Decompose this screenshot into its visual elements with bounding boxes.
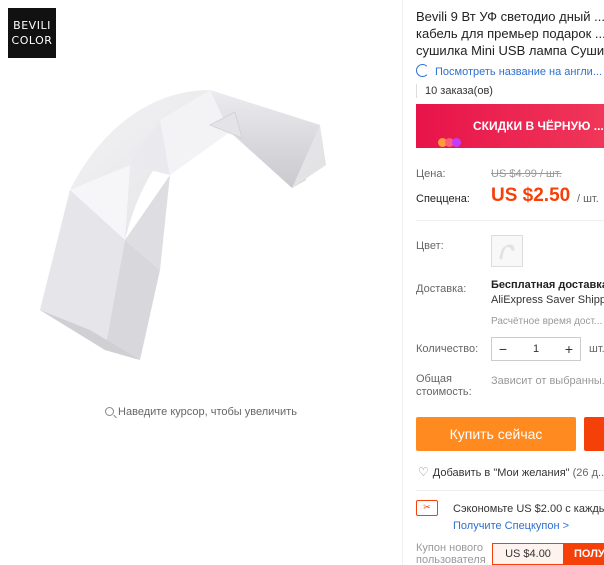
product-info: Bevili 9 Вт УФ светодио дный ... кабель … — [416, 0, 604, 565]
old-price-label: Цена: — [416, 168, 446, 180]
quantity-input[interactable] — [515, 338, 557, 360]
coupon-icon: ✂ — [416, 500, 438, 516]
product-title-line3: сушилка Mini USB лампа Суши... — [416, 43, 604, 58]
shipping-label: Доставка: — [416, 283, 467, 295]
sale-banner-dots — [438, 121, 461, 165]
get-coupon-button[interactable]: ПОЛУ... — [564, 543, 604, 565]
total-label-line2: стоимость: — [416, 386, 472, 398]
color-option-thumbnail — [499, 244, 515, 260]
quantity-decrease-button[interactable]: − — [492, 338, 514, 360]
shipping-estimate: Расчётное время дост... — [491, 316, 603, 327]
quantity-unit: шт. — [589, 343, 604, 355]
new-user-coupon-value: US $4.00 — [492, 543, 564, 565]
zoom-hint-text: Наведите курсор, чтобы увеличить — [118, 406, 297, 418]
total-label: Общая стоимость: — [416, 373, 472, 399]
color-label: Цвет: — [416, 240, 444, 252]
old-price-value: US $4.99 / шт. — [491, 168, 562, 180]
sale-banner-text: СКИДКИ В ЧЁРНУЮ ... — [473, 119, 604, 133]
total-value: Зависит от выбранны... — [491, 375, 604, 387]
get-special-coupon-link[interactable]: Получите Спецкупон > — [453, 520, 569, 532]
product-title-line2: кабель для премьер подарок ... — [416, 26, 604, 41]
shipping-carrier: AliExpress Saver Shipp... — [491, 294, 604, 306]
magnifier-icon — [105, 407, 115, 416]
quantity-increase-button[interactable]: + — [558, 338, 580, 360]
quantity-label: Количество: — [416, 343, 479, 355]
column-divider — [402, 0, 403, 565]
orders-count: 10 заказа(ов) — [416, 84, 604, 98]
brand-logo: BEVILI COLOR — [8, 8, 56, 58]
add-to-wishlist[interactable]: ♡ Добавить в "Мои желания" (26 д... — [418, 465, 604, 479]
shipping-method[interactable]: Бесплатная доставка... — [491, 279, 604, 291]
brand-logo-line2: COLOR — [11, 34, 53, 47]
color-option-white[interactable] — [491, 235, 523, 267]
translate-link[interactable]: Посмотреть название на англи... — [416, 64, 604, 79]
banner-dot — [452, 138, 461, 147]
heart-icon: ♡ — [418, 465, 429, 479]
wishlist-divider — [416, 490, 604, 491]
special-price-label: Спеццена: — [416, 193, 470, 205]
product-gallery[interactable]: BEVILI COLOR — [0, 0, 402, 402]
price-per-unit: / шт. — [577, 193, 599, 205]
add-to-cart-button[interactable] — [584, 417, 604, 451]
wishlist-count: (26 д... — [572, 467, 604, 479]
brand-logo-line1: BEVILI — [13, 19, 51, 32]
product-image[interactable] — [30, 70, 370, 370]
special-price-value: US $2.50 — [491, 185, 571, 206]
coupon-save-text: Сэкономьте US $2.00 с кажды... — [453, 503, 604, 515]
product-title-line1: Bevili 9 Вт УФ светодио дный ... — [416, 9, 604, 24]
buy-now-button[interactable]: Купить сейчас — [416, 417, 576, 451]
sale-banner[interactable]: СКИДКИ В ЧЁРНУЮ ... — [416, 104, 604, 148]
new-user-coupon-label: Купон нового пользователя — [416, 542, 486, 565]
total-label-line1: Общая — [416, 373, 452, 385]
quantity-stepper: − + — [491, 337, 581, 361]
new-user-coupon-label-line1: Купон нового — [416, 542, 484, 554]
translate-icon — [416, 64, 429, 77]
wishlist-text[interactable]: Добавить в "Мои желания" — [433, 467, 570, 479]
product-title: Bevili 9 Вт УФ светодио дный ... кабель … — [416, 8, 604, 59]
price-divider — [416, 220, 604, 221]
new-user-coupon-label-line2: пользователя — [416, 554, 486, 565]
zoom-hint: Наведите курсор, чтобы увеличить — [0, 402, 402, 422]
translate-link-text[interactable]: Посмотреть название на англи... — [435, 66, 602, 78]
